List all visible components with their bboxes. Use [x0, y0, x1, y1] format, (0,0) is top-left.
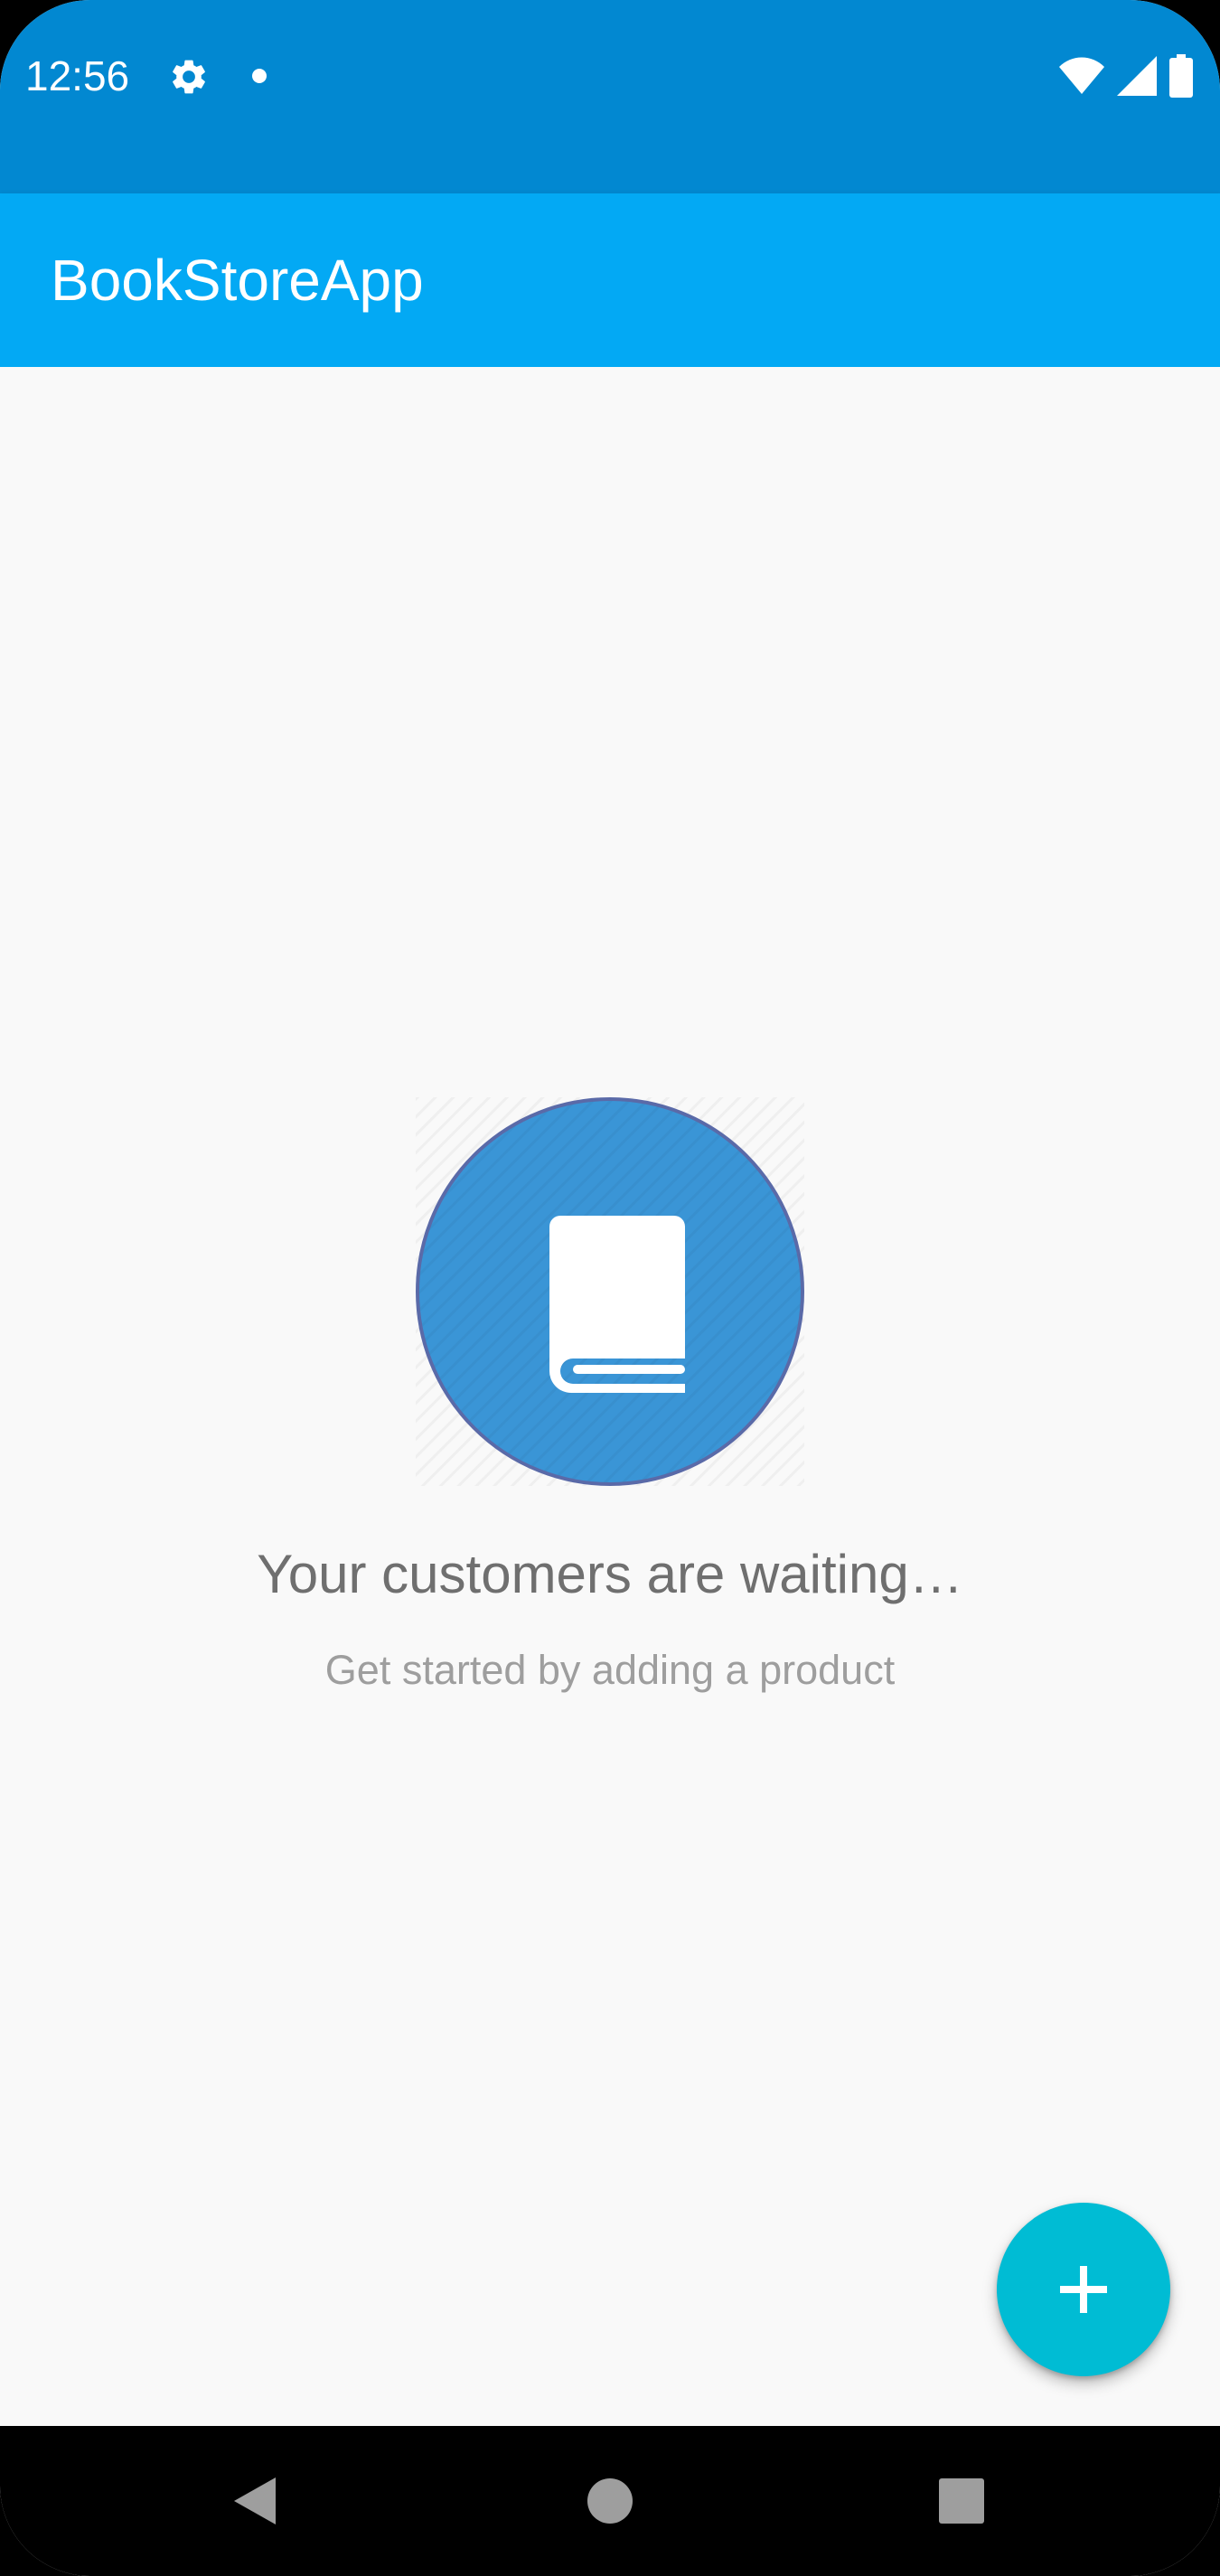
recents-button[interactable]: [889, 2426, 1034, 2576]
book-icon: [416, 1097, 804, 1486]
empty-state-title: Your customers are waiting…: [257, 1544, 963, 1604]
back-icon: [234, 2477, 276, 2524]
device-screen: 12:56 BookStoreApp Your customers are wa…: [0, 0, 1220, 2576]
app-title: BookStoreApp: [51, 248, 424, 313]
status-time: 12:56: [25, 52, 130, 99]
back-button[interactable]: [183, 2426, 327, 2576]
home-button[interactable]: [538, 2426, 682, 2576]
settings-icon: [173, 60, 205, 94]
plus-icon: [1060, 2266, 1107, 2313]
status-bar: 12:56: [0, 0, 1220, 193]
notification-dot-icon: [252, 69, 267, 83]
app-bar: BookStoreApp: [0, 193, 1220, 367]
add-product-button[interactable]: [997, 2203, 1170, 2376]
status-icons: [1059, 54, 1193, 98]
recents-icon: [939, 2478, 984, 2524]
system-nav-bar: [0, 2426, 1220, 2576]
empty-state-subtitle: Get started by adding a product: [324, 1647, 896, 1693]
wifi-icon: [1059, 57, 1104, 94]
cell-signal-icon: [1117, 56, 1157, 96]
home-icon: [587, 2478, 633, 2524]
main-content: [0, 367, 1220, 2426]
empty-state-illustration: [416, 1097, 804, 1486]
battery-icon: [1169, 54, 1193, 98]
